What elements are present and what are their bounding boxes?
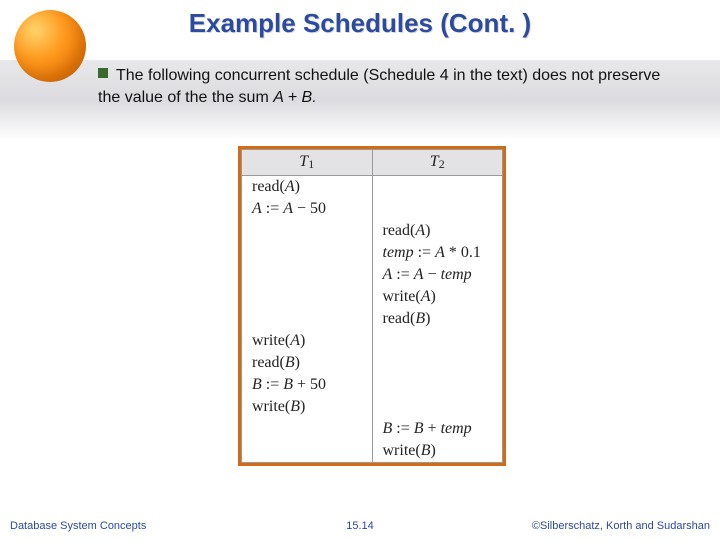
cell-t2 [372,396,503,418]
cell-t1: write(B) [242,396,373,418]
cell-t1: write(A) [242,330,373,352]
t1-sub: 1 [308,157,314,171]
table-body: read(A)A := A − 50read(A)temp := A * 0.1… [242,176,503,463]
table-row: A := A − temp [242,264,503,286]
table-row: read(A) [242,220,503,242]
table-row: temp := A * 0.1 [242,242,503,264]
table-row: B := B + 50 [242,374,503,396]
bullet-item: The following concurrent schedule (Sched… [98,65,680,108]
table-row: B := B + temp [242,418,503,440]
cell-t2 [372,330,503,352]
cell-t1 [242,440,373,463]
t1-label: T [299,153,308,170]
table-row: read(B) [242,308,503,330]
cell-t1: A := A − 50 [242,198,373,220]
col-header-t1: T1 [242,150,373,176]
t2-label: T [430,153,439,170]
schedule-table: T1 T2 read(A)A := A − 50read(A)temp := A… [241,149,503,463]
slide: Example Schedules (Cont. ) The following… [0,0,720,540]
cell-t2 [372,374,503,396]
table-row: write(A) [242,286,503,308]
cell-t2: read(A) [372,220,503,242]
cell-t2: B := B + temp [372,418,503,440]
cell-t1: B := B + 50 [242,374,373,396]
cell-t2 [372,352,503,374]
cell-t1 [242,242,373,264]
bullet-text-pre: The following concurrent schedule (Sched… [98,67,660,106]
t2-sub: 2 [439,157,445,171]
bullet-text-expr: A + B. [273,89,316,106]
schedule-table-wrap: T1 T2 read(A)A := A − 50read(A)temp := A… [238,146,506,466]
col-header-t2: T2 [372,150,503,176]
table-row: A := A − 50 [242,198,503,220]
cell-t1 [242,286,373,308]
cell-t1 [242,264,373,286]
cell-t2: A := A − temp [372,264,503,286]
cell-t2: write(B) [372,440,503,463]
cell-t1 [242,308,373,330]
cell-t1: read(B) [242,352,373,374]
cell-t2 [372,176,503,199]
bullet-square-icon [98,68,108,78]
cell-t1 [242,220,373,242]
slide-title: Example Schedules (Cont. ) [0,8,720,39]
cell-t2: temp := A * 0.1 [372,242,503,264]
table-row: write(B) [242,440,503,463]
cell-t2: write(A) [372,286,503,308]
cell-t1 [242,418,373,440]
table-header-row: T1 T2 [242,150,503,176]
cell-t2: read(B) [372,308,503,330]
cell-t2 [372,198,503,220]
table-row: read(A) [242,176,503,199]
table-row: read(B) [242,352,503,374]
table-row: write(B) [242,396,503,418]
footer-right: ©Silberschatz, Korth and Sudarshan [532,520,710,532]
cell-t1: read(A) [242,176,373,199]
table-row: write(A) [242,330,503,352]
